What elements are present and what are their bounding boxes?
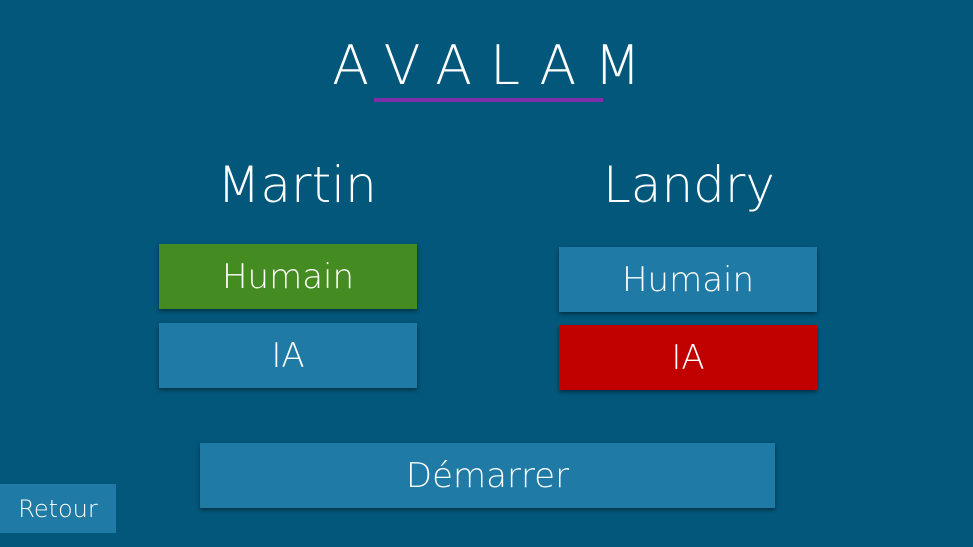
back-button[interactable]: Retour <box>0 484 116 533</box>
player-2-human-button[interactable]: Humain <box>559 247 817 312</box>
player-1-ai-button[interactable]: IA <box>159 323 417 388</box>
title-underline <box>374 98 603 102</box>
player-1-human-button[interactable]: Humain <box>159 244 417 309</box>
player-2-ai-button[interactable]: IA <box>559 325 817 390</box>
start-button[interactable]: Démarrer <box>200 443 775 508</box>
game-title: AVALAM <box>332 34 659 97</box>
player-2-name: Landry <box>602 156 776 214</box>
player-1-name: Martin <box>217 156 377 214</box>
